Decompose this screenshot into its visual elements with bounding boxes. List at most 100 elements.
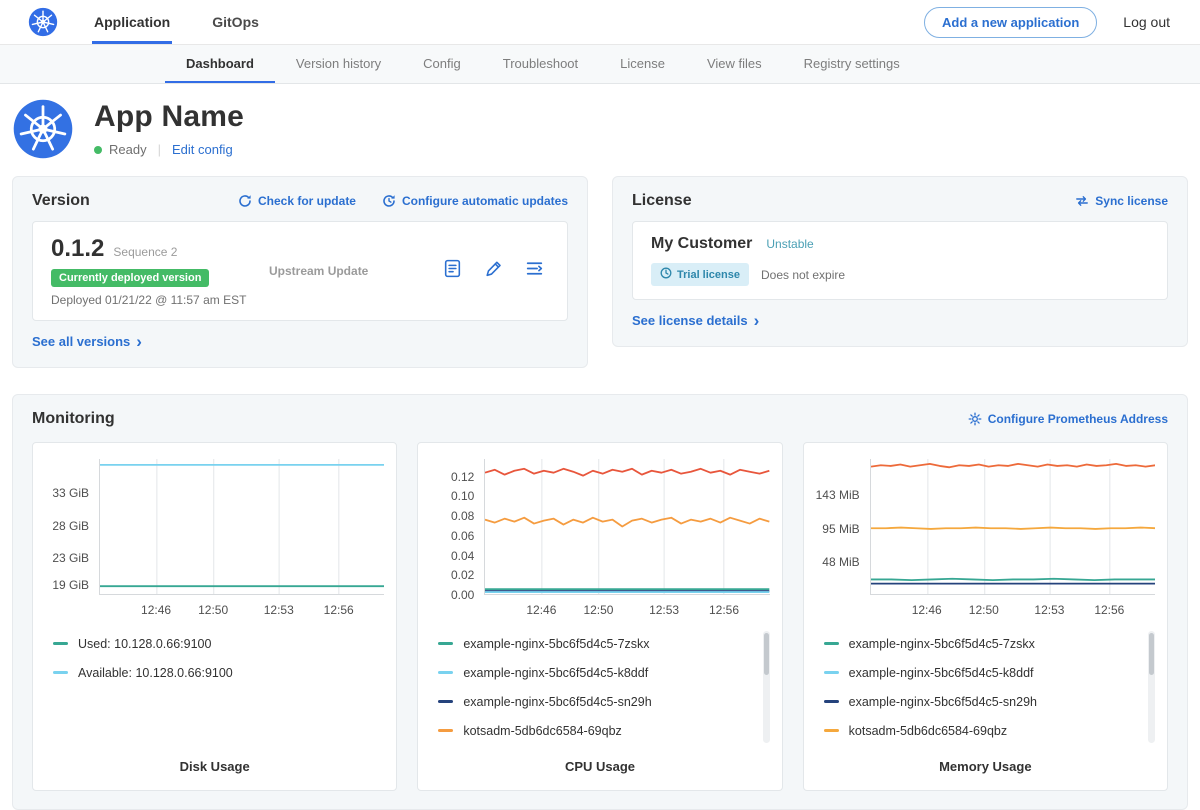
subnav-view-files[interactable]: View files (686, 45, 783, 83)
version-card-title: Version (32, 192, 90, 210)
legend-scrollbar-track (1148, 631, 1155, 743)
chevron-right-icon: › (754, 316, 760, 326)
kubernetes-logo-icon[interactable] (28, 7, 58, 37)
sync-icon (1075, 194, 1089, 208)
legend-color-dash (53, 671, 68, 674)
edit-config-link[interactable]: Edit config (172, 142, 233, 157)
deployed-badge: Currently deployed version (51, 269, 209, 287)
status-badge: Ready (109, 142, 147, 157)
y-tick-label: 143 MiB (816, 488, 860, 502)
legend-item: Available: 10.128.0.66:9100 (53, 658, 368, 687)
add-application-button[interactable]: Add a new application (924, 7, 1097, 38)
license-card-title: License (632, 192, 692, 210)
y-tick-label: 0.04 (451, 549, 474, 563)
tab-application-label: Application (94, 14, 170, 30)
subnav-dashboard[interactable]: Dashboard (165, 45, 275, 83)
x-tick-label: 12:56 (709, 603, 739, 617)
legend-scrollbar-track (763, 631, 770, 743)
disk-y-axis-labels: 33 GiB28 GiB23 GiB19 GiB (45, 459, 99, 595)
legend-item: example-nginx-5bc6f5d4c5-7zskx (438, 629, 753, 658)
tab-gitops[interactable]: GitOps (210, 0, 261, 44)
tab-gitops-label: GitOps (212, 14, 259, 30)
page-title: App Name (94, 100, 244, 134)
x-tick-label: 12:50 (198, 603, 228, 617)
memory-chart-title: Memory Usage (816, 745, 1155, 774)
x-tick-label: 12:56 (1094, 603, 1124, 617)
see-all-versions-link[interactable]: See all versions › (32, 334, 142, 349)
version-number: 0.1.2 (51, 235, 104, 263)
legend-color-dash (824, 671, 839, 674)
app-subnav: Dashboard Version history Config Trouble… (0, 45, 1200, 84)
configure-prometheus-button[interactable]: Configure Prometheus Address (968, 412, 1168, 426)
legend-color-dash (824, 700, 839, 703)
deploy-logs-icon[interactable] (524, 258, 545, 284)
channel-name: Unstable (766, 237, 813, 251)
preflight-checks-icon[interactable] (483, 258, 504, 284)
y-tick-label: 0.10 (451, 489, 474, 503)
app-header: App Name Ready | Edit config (0, 84, 1200, 176)
sync-license-button[interactable]: Sync license (1075, 194, 1168, 208)
cpu-x-axis-labels: 12:4612:5012:5312:56 (484, 595, 769, 617)
memory-x-axis-labels: 12:4612:5012:5312:56 (870, 595, 1155, 617)
y-tick-label: 48 MiB (822, 555, 859, 569)
legend-item: kotsadm-5db6dc6584-69qbz (438, 716, 753, 745)
y-tick-label: 33 GiB (52, 486, 89, 500)
gear-icon (968, 412, 982, 426)
top-nav: Application GitOps Add a new application… (0, 0, 1200, 45)
y-tick-label: 0.08 (451, 509, 474, 523)
y-tick-label: 0.00 (451, 588, 474, 602)
current-version-box: 0.1.2 Sequence 2 Currently deployed vers… (32, 221, 568, 321)
license-card: License Sync license My Customer Unstabl… (612, 176, 1188, 347)
subnav-troubleshoot[interactable]: Troubleshoot (482, 45, 599, 83)
divider: | (158, 142, 161, 157)
release-notes-icon[interactable] (442, 258, 463, 284)
legend-color-dash (824, 729, 839, 732)
legend-scrollbar-thumb[interactable] (764, 633, 769, 675)
y-tick-label: 0.02 (451, 568, 474, 582)
version-card: Version Check for update (12, 176, 588, 368)
legend-item: Used: 10.128.0.66:9100 (53, 629, 368, 658)
cpu-chart-title: CPU Usage (430, 745, 769, 774)
x-tick-label: 12:46 (912, 603, 942, 617)
y-tick-label: 23 GiB (52, 551, 89, 565)
check-for-update-button[interactable]: Check for update (238, 194, 356, 208)
top-tabs: Application GitOps (92, 0, 299, 44)
legend-color-dash (438, 700, 453, 703)
logout-link[interactable]: Log out (1123, 14, 1170, 30)
disk-chart-title: Disk Usage (45, 745, 384, 774)
tab-application[interactable]: Application (92, 0, 172, 44)
chevron-right-icon: › (136, 337, 142, 347)
cpu-usage-chart-card: 0.120.100.080.060.040.020.00 12:4612:501… (417, 442, 782, 791)
trial-license-badge: Trial license (651, 263, 749, 286)
subnav-config[interactable]: Config (402, 45, 482, 83)
topnav-right: Add a new application Log out (924, 7, 1170, 38)
subnav-version-history[interactable]: Version history (275, 45, 402, 83)
legend-scrollbar-thumb[interactable] (1149, 633, 1154, 675)
memory-usage-plot (870, 459, 1155, 595)
app-logo-icon (12, 98, 74, 160)
clock-icon (660, 267, 672, 282)
cpu-y-axis-labels: 0.120.100.080.060.040.020.00 (430, 459, 484, 595)
monitoring-title: Monitoring (32, 410, 115, 428)
refresh-icon (238, 194, 252, 208)
deployed-timestamp: Deployed 01/21/22 @ 11:57 am EST (51, 293, 263, 307)
license-info-box: My Customer Unstable Trial license Does … (632, 221, 1168, 300)
monitoring-panel: Monitoring Configure Pr (12, 394, 1188, 810)
y-tick-label: 0.12 (451, 470, 474, 484)
license-expiration: Does not expire (761, 268, 845, 282)
legend-item: example-nginx-5bc6f5d4c5-sn29h (824, 687, 1139, 716)
legend-color-dash (438, 642, 453, 645)
subnav-registry-settings[interactable]: Registry settings (783, 45, 921, 83)
y-tick-label: 95 MiB (822, 522, 859, 536)
y-tick-label: 19 GiB (52, 578, 89, 592)
legend-color-dash (824, 642, 839, 645)
configure-automatic-updates-button[interactable]: Configure automatic updates (382, 194, 568, 208)
see-license-details-link[interactable]: See license details › (632, 313, 759, 328)
x-tick-label: 12:46 (141, 603, 171, 617)
memory-usage-chart-card: 143 MiB 95 MiB 48 MiB 12:4612:5012:5312:56… (803, 442, 1168, 791)
legend-item: example-nginx-5bc6f5d4c5-k8ddf (438, 658, 753, 687)
subnav-license[interactable]: License (599, 45, 686, 83)
disk-usage-plot (99, 459, 384, 595)
disk-legend: Used: 10.128.0.66:9100Available: 10.128.… (45, 629, 384, 687)
disk-x-axis-labels: 12:4612:5012:5312:56 (99, 595, 384, 617)
